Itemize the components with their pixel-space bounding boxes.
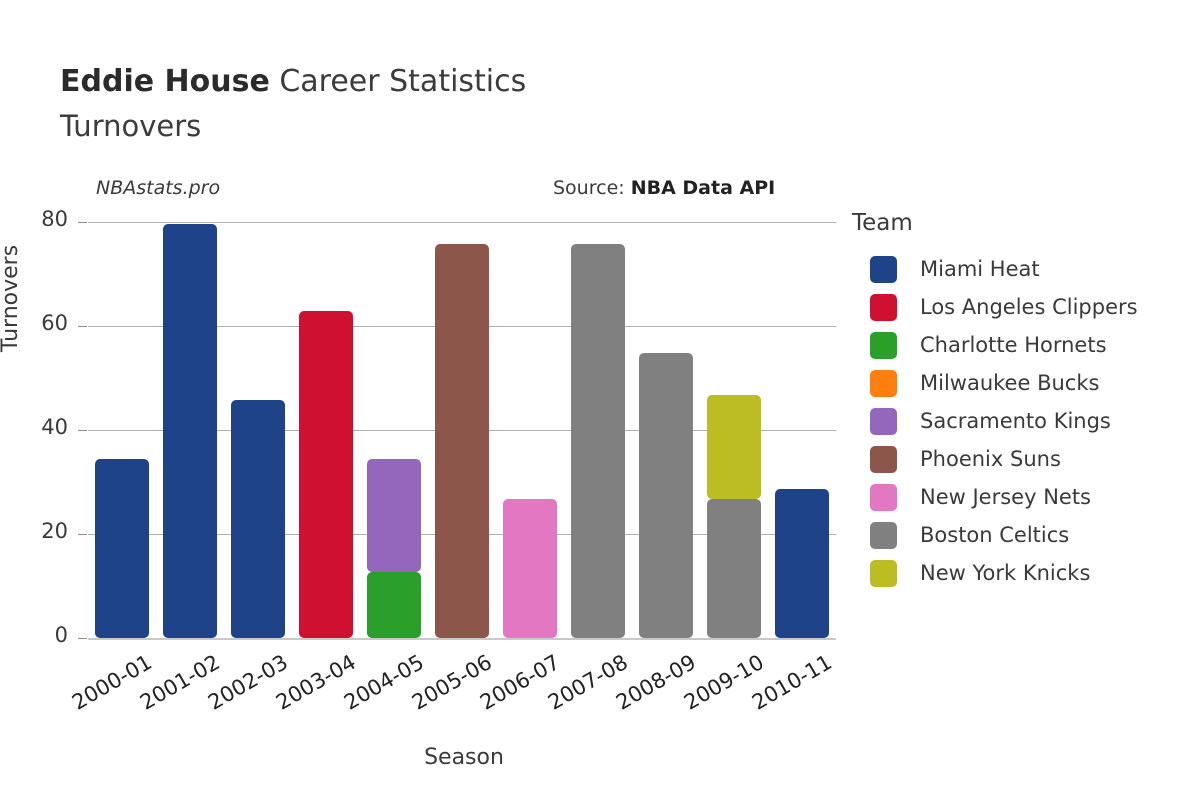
legend-swatch-icon: [870, 369, 897, 397]
x-axis-line: [88, 638, 836, 640]
y-tick-label: 40: [41, 415, 68, 439]
legend-items: Miami Heat Los Angeles Clippers Charlotte …: [852, 250, 1200, 592]
bar-group[interactable]: [94, 222, 150, 638]
legend-item[interactable]: Boston Celtics: [852, 516, 1200, 554]
y-tick-mark: [78, 326, 87, 327]
y-tick-label: 80: [41, 207, 68, 231]
bar-segment[interactable]: [230, 400, 286, 638]
legend-item-label: New Jersey Nets: [920, 485, 1091, 509]
x-tick-label: 2010-11: [748, 650, 836, 715]
y-tick-label: 0: [54, 623, 68, 647]
legend-item[interactable]: New York Knicks: [852, 554, 1200, 592]
legend-title: Team: [852, 210, 913, 236]
legend-item[interactable]: Miami Heat: [852, 250, 1200, 288]
bar-group[interactable]: [162, 222, 218, 638]
bar-group[interactable]: [502, 222, 558, 638]
legend-swatch-icon: [870, 331, 897, 359]
bars-container: [88, 222, 836, 638]
legend-item-label: Milwaukee Bucks: [920, 371, 1100, 395]
y-tick-mark: [78, 638, 87, 639]
legend-item[interactable]: Charlotte Hornets: [852, 326, 1200, 364]
legend-item-label: Sacramento Kings: [920, 409, 1111, 433]
legend-swatch-icon: [870, 293, 897, 321]
bar-segment[interactable]: [94, 458, 150, 638]
bar-segment[interactable]: [706, 498, 762, 638]
y-tick-mark: [78, 430, 87, 431]
bar-segment[interactable]: [774, 488, 830, 638]
legend-item[interactable]: Sacramento Kings: [852, 402, 1200, 440]
legend-swatch-icon: [870, 445, 897, 473]
bar-segment[interactable]: [638, 353, 694, 638]
legend-item-label: Phoenix Suns: [920, 447, 1061, 471]
legend: Team Miami Heat Los Angeles Clippers Charl…: [852, 210, 1200, 592]
legend-item-label: Boston Celtics: [920, 523, 1070, 547]
y-tick-mark: [78, 534, 87, 535]
legend-item-label: Los Angeles Clippers: [920, 295, 1138, 319]
bar-segment[interactable]: [570, 243, 626, 638]
legend-swatch-icon: [870, 559, 897, 587]
legend-item[interactable]: Los Angeles Clippers: [852, 288, 1200, 326]
chart-page: Eddie House Career Statistics Turnovers …: [0, 0, 1200, 800]
bar-group[interactable]: [570, 222, 626, 638]
legend-item[interactable]: Milwaukee Bucks: [852, 364, 1200, 402]
y-tick-label: 60: [41, 311, 68, 335]
bar-group[interactable]: [706, 222, 762, 638]
bar-segment[interactable]: [366, 458, 422, 572]
bar-group[interactable]: [366, 222, 422, 638]
y-tick-mark: [78, 222, 87, 223]
bar-group[interactable]: [298, 222, 354, 638]
legend-swatch-icon: [870, 407, 897, 435]
legend-item[interactable]: New Jersey Nets: [852, 478, 1200, 516]
bar-group[interactable]: [638, 222, 694, 638]
legend-item[interactable]: Phoenix Suns: [852, 440, 1200, 478]
bar-group[interactable]: [774, 222, 830, 638]
bar-segment[interactable]: [298, 311, 354, 638]
legend-swatch-icon: [870, 255, 897, 283]
legend-item-label: New York Knicks: [920, 561, 1091, 585]
bar-group[interactable]: [434, 222, 490, 638]
legend-item-label: Miami Heat: [920, 257, 1040, 281]
bar-group[interactable]: [230, 222, 286, 638]
bar-segment[interactable]: [162, 223, 218, 638]
legend-item-label: Charlotte Hornets: [920, 333, 1107, 357]
bar-segment[interactable]: [434, 243, 490, 638]
legend-swatch-icon: [870, 483, 897, 511]
bar-segment[interactable]: [706, 395, 762, 499]
bar-segment[interactable]: [502, 498, 558, 638]
y-tick-label: 20: [41, 519, 68, 543]
legend-swatch-icon: [870, 521, 897, 549]
bar-segment[interactable]: [366, 571, 422, 638]
